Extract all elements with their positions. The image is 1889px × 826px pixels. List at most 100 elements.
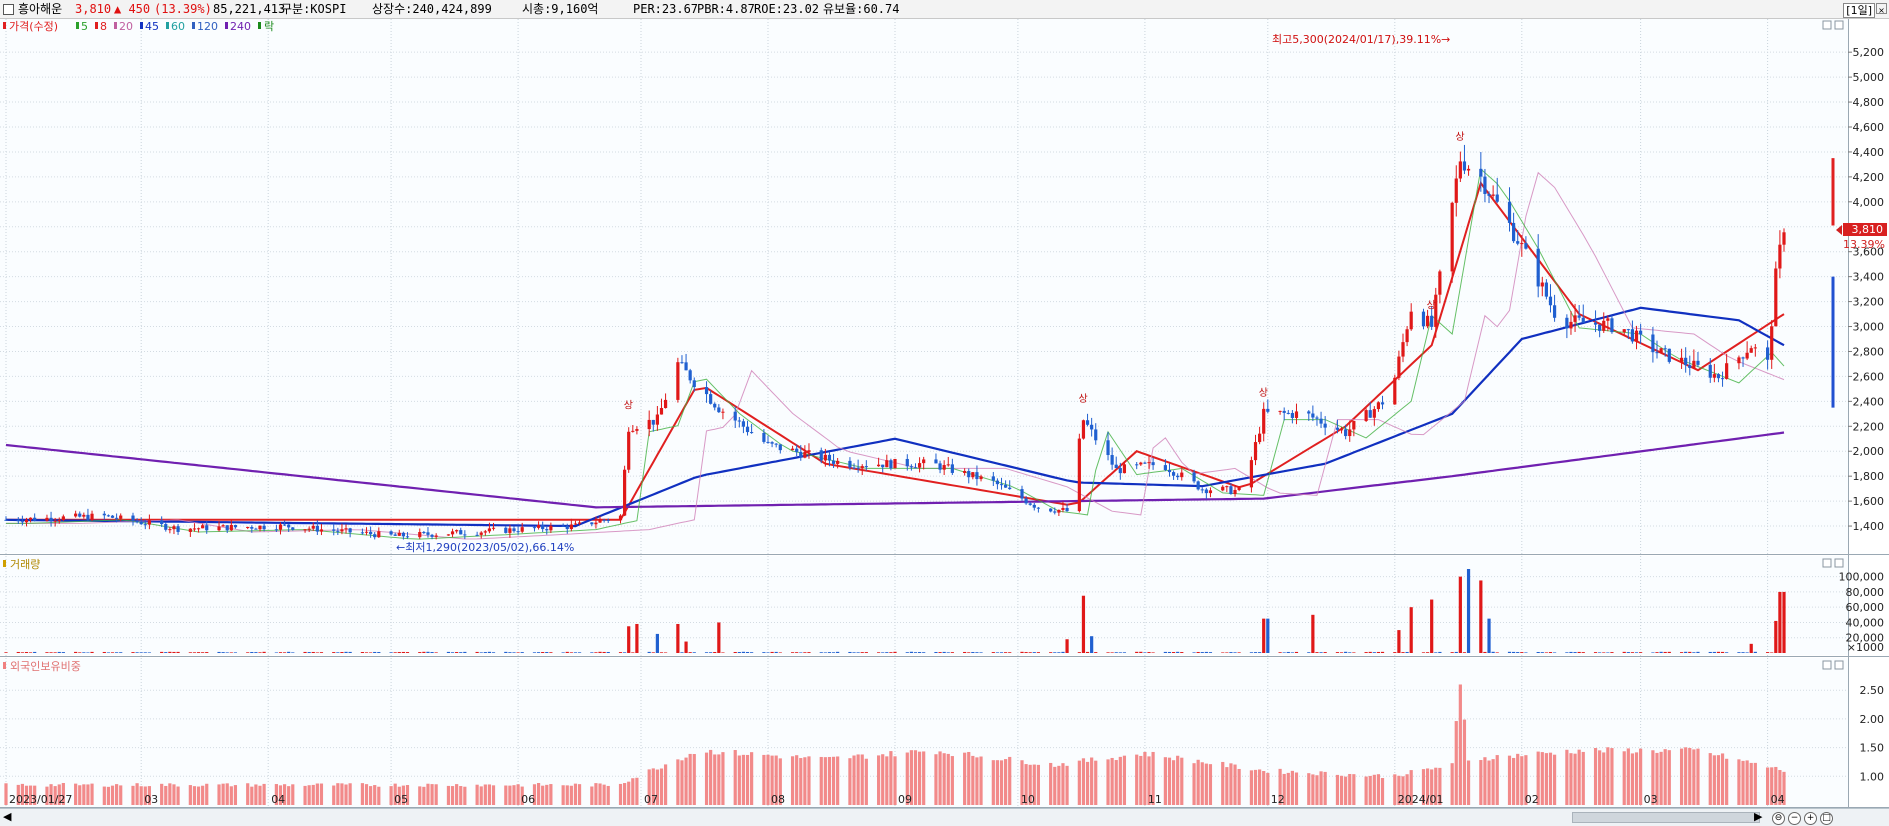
per-value: PER:23.67 <box>633 2 699 16</box>
price-tick-label: 5,200 <box>1853 46 1885 59</box>
candle-body <box>422 532 426 534</box>
candle-body <box>332 529 336 531</box>
volume-bar <box>434 652 438 653</box>
candle-body <box>1032 504 1036 508</box>
volume-bar <box>709 652 713 653</box>
candle-body <box>950 464 954 473</box>
foreign-ratio-bar <box>704 752 709 805</box>
foreign-ratio-bar <box>115 784 119 805</box>
volume-bar <box>541 652 545 653</box>
upper-limit-marker: 상 <box>1427 300 1436 312</box>
foreign-ratio-bar <box>1598 750 1602 805</box>
candle-body <box>909 466 913 468</box>
volume-bar <box>340 652 344 653</box>
candle-body <box>602 519 606 521</box>
foreign-ratio-bar <box>1249 770 1254 805</box>
volume-bar <box>1540 652 1544 653</box>
zoom-in-icon[interactable]: + <box>1804 812 1817 825</box>
select-checkbox[interactable] <box>3 4 14 15</box>
candle-body <box>1708 364 1712 378</box>
price-tick-label: 1,600 <box>1853 495 1885 508</box>
foreign-ratio-bar <box>836 756 840 805</box>
volume-bar <box>799 652 803 653</box>
foreign-ratio-bar <box>631 778 635 805</box>
candle-body <box>549 525 553 531</box>
volume-bar <box>1282 652 1286 653</box>
candle-body <box>28 517 33 520</box>
zoom-fit-icon[interactable]: □ <box>1820 812 1833 825</box>
foreign-ratio-bar <box>4 783 8 805</box>
foreign-ratio-bar <box>1237 768 1241 805</box>
candle-body <box>1430 315 1434 327</box>
x-tick-label: 02 <box>1525 793 1539 806</box>
candle-body <box>1176 475 1180 478</box>
volume-bar <box>1753 651 1757 653</box>
candle-body <box>1688 365 1692 368</box>
foreign-ratio-bar <box>1061 763 1065 805</box>
volume-bar <box>1053 652 1057 653</box>
volume-bar <box>4 652 8 653</box>
volume-bar <box>446 651 451 653</box>
volume-bar <box>909 651 913 653</box>
volume-tick-label: 40,000 <box>1846 616 1885 629</box>
foreign-ratio-bar <box>102 786 106 805</box>
foreign-ratio-bar <box>1507 755 1512 805</box>
candle-body <box>1552 305 1557 318</box>
scroll-left-icon[interactable]: ◀ <box>3 810 11 823</box>
candle-body <box>1725 363 1729 379</box>
foreign-ratio-bar <box>885 756 889 805</box>
candle-body <box>831 460 836 464</box>
volume-bar <box>692 652 696 653</box>
foreign-ratio-bar <box>344 784 348 805</box>
foreign-ratio-bar <box>106 786 111 805</box>
zoom-reset-icon[interactable]: ⊖ <box>1772 812 1785 825</box>
foreign-ratio-bar <box>1692 749 1696 805</box>
volume-bar <box>135 652 139 653</box>
volume-bar <box>1766 652 1770 653</box>
candle-body <box>1282 410 1286 413</box>
candle-body <box>1462 161 1467 171</box>
volume-bar <box>684 641 688 653</box>
candle-body <box>1106 440 1110 456</box>
upper-limit-marker: 상 <box>1455 131 1464 143</box>
foreign-ratio-bar <box>635 777 639 805</box>
close-icon[interactable]: × <box>1876 3 1887 15</box>
volume-bar <box>1008 652 1012 653</box>
candle-body <box>1380 402 1385 405</box>
scroll-right-icon[interactable]: ▶ <box>1754 810 1762 823</box>
candle-body <box>119 515 123 519</box>
volume-bar <box>737 652 741 653</box>
volume-bar <box>336 652 340 653</box>
volume-bar <box>1634 652 1639 653</box>
candle-body <box>819 450 823 461</box>
candle-body <box>1737 357 1741 364</box>
foreign-ratio-bar <box>1606 747 1610 805</box>
volume-bar <box>1229 652 1233 653</box>
volume-bar <box>1376 651 1381 653</box>
candle-body <box>1401 342 1405 357</box>
foreign-ratio-bar <box>1577 749 1581 805</box>
volume-bar <box>291 652 295 653</box>
volume-bar <box>82 652 86 653</box>
foreign-ratio-bar <box>1516 753 1520 805</box>
candle-body <box>1143 462 1147 464</box>
volume-bar <box>663 652 668 653</box>
horizontal-scrollbar[interactable]: ◀ ▶ ⊖ − + □ <box>0 808 1889 826</box>
volume-bar <box>1323 652 1327 653</box>
candle-body <box>229 525 233 531</box>
foreign-ratio-bar <box>139 786 143 805</box>
period-selector[interactable]: [1일] <box>1843 3 1875 18</box>
candle-body <box>1544 282 1548 297</box>
foreign-ratio-bar <box>1122 755 1127 805</box>
volume-bar <box>1602 652 1606 653</box>
scroll-thumb[interactable] <box>1572 812 1760 823</box>
foreign-ratio-bar <box>455 784 459 805</box>
foreign-ratio-bar <box>446 785 451 805</box>
foreign-ratio-bar <box>852 755 856 805</box>
volume-bar <box>1339 652 1344 653</box>
foreign-ratio-bar <box>1720 753 1725 805</box>
candle-body <box>147 520 151 525</box>
candle-body <box>565 526 569 530</box>
zoom-out-icon[interactable]: − <box>1788 812 1801 825</box>
volume-bar <box>745 651 750 653</box>
